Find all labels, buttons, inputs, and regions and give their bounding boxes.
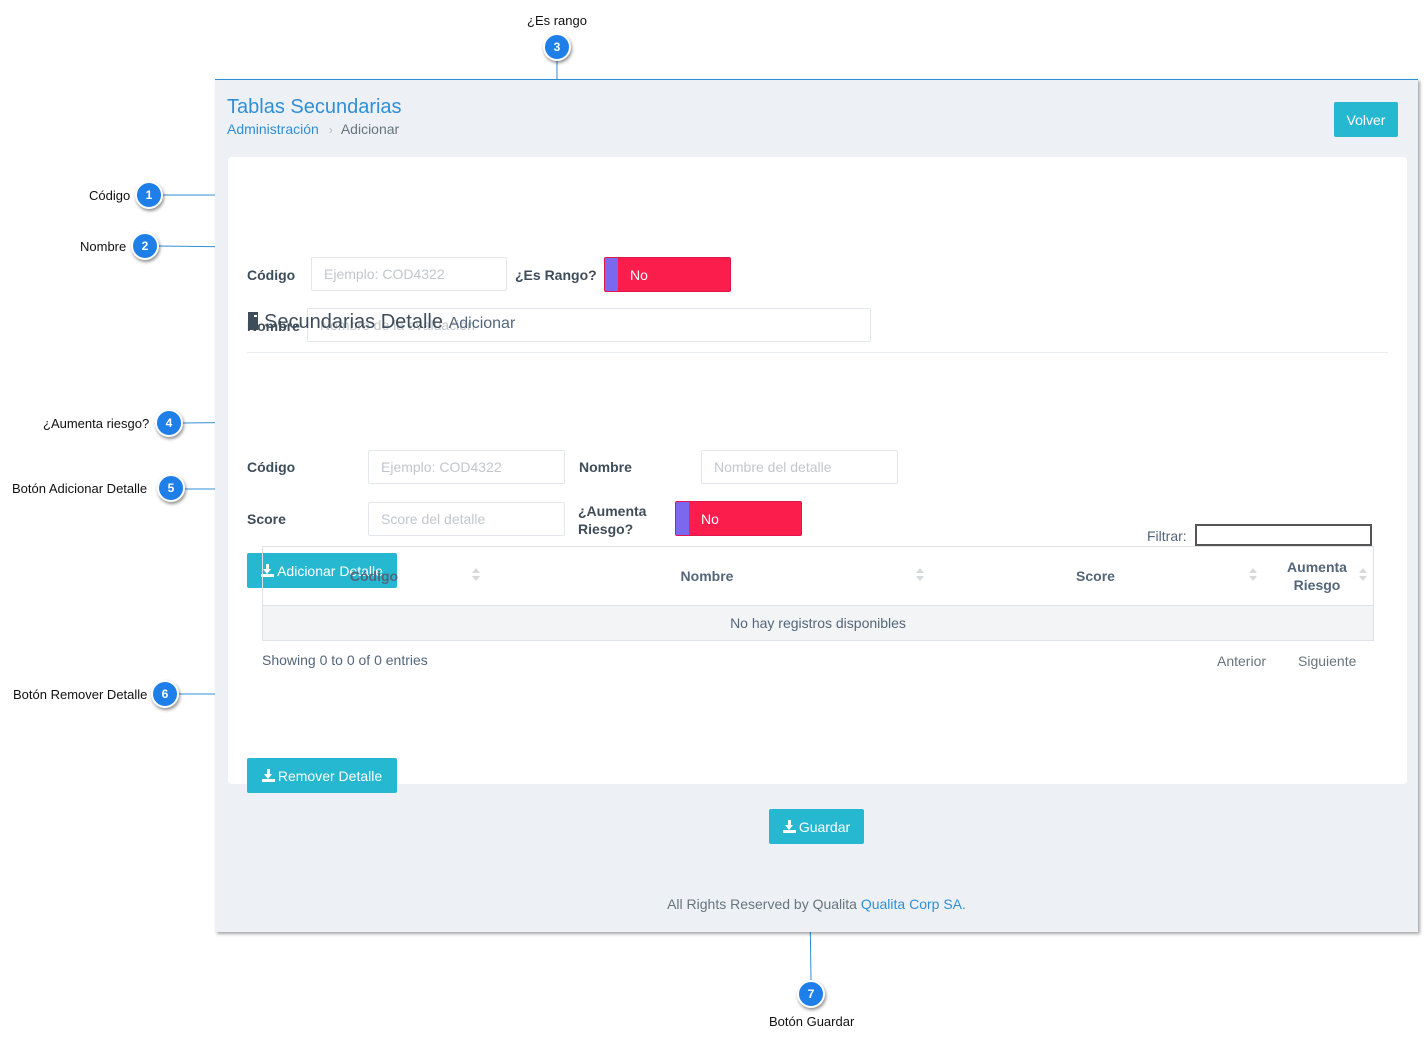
book-icon bbox=[248, 312, 258, 330]
save-button-label: Guardar bbox=[798, 818, 851, 835]
remove-detail-button[interactable]: Remover Detalle bbox=[247, 758, 397, 793]
aumenta-riesgo-label: ¿Aumenta Riesgo? bbox=[578, 502, 646, 538]
detail-nombre-label: Nombre bbox=[579, 459, 632, 475]
column-header-label: Aumenta Riesgo bbox=[1287, 559, 1347, 593]
detail-codigo-label: Código bbox=[247, 459, 296, 475]
toggle-knob bbox=[605, 258, 618, 291]
annotation-marker-4: 4 bbox=[155, 409, 183, 437]
footer: All Rights Reserved by Qualita Qualita C… bbox=[215, 896, 1418, 912]
filter-label: Filtrar: bbox=[1147, 528, 1187, 544]
annotation-marker-6: 6 bbox=[151, 680, 179, 708]
remove-detail-button-label: Remover Detalle bbox=[277, 767, 383, 784]
aumenta-riesgo-label-line2: Riesgo? bbox=[578, 521, 634, 537]
sort-icon bbox=[472, 568, 480, 582]
annotation-label-add-detail: Botón Adicionar Detalle bbox=[12, 481, 148, 496]
breadcrumb-current: Adicionar bbox=[340, 121, 400, 137]
table-header: Código Nombre Score Aumenta Riesgo bbox=[263, 547, 1373, 606]
app-window: Tablas Secundarias Administración › Adicio… bbox=[215, 79, 1418, 932]
sort-icon bbox=[1249, 568, 1257, 582]
form-card: Código ¿Es Rango? No Nombre Secundarias … bbox=[228, 157, 1407, 844]
annotation-label-nombre: Nombre bbox=[80, 239, 127, 254]
toggle-value: No bbox=[701, 511, 719, 527]
column-header-label: Nombre bbox=[680, 568, 734, 584]
column-header-nombre[interactable]: Nombre bbox=[485, 547, 929, 605]
download-icon bbox=[782, 820, 796, 833]
codigo-label: Código bbox=[247, 267, 296, 283]
breadcrumb: Administración › Adicionar bbox=[227, 121, 399, 137]
section-divider bbox=[247, 352, 1388, 353]
sort-icon bbox=[916, 568, 924, 582]
detail-nombre-input[interactable] bbox=[701, 450, 898, 484]
detail-score-input[interactable] bbox=[368, 502, 565, 536]
annotation-label-aumenta-riesgo: ¿Aumenta riesgo? bbox=[43, 416, 150, 431]
back-button[interactable]: Volver bbox=[1334, 102, 1398, 137]
table-info: Showing 0 to 0 of 0 entries bbox=[262, 652, 428, 668]
download-icon bbox=[261, 769, 275, 782]
pagination-previous[interactable]: Anterior bbox=[1217, 653, 1266, 669]
footer-link[interactable]: Qualita Corp SA. bbox=[861, 896, 966, 912]
detail-subtitle: Adicionar bbox=[448, 315, 516, 332]
pagination-next[interactable]: Siguiente bbox=[1298, 653, 1356, 669]
chevron-right-icon: › bbox=[328, 123, 333, 137]
column-header-aumenta-riesgo[interactable]: Aumenta Riesgo bbox=[1262, 547, 1372, 605]
detail-score-label: Score bbox=[247, 511, 286, 527]
annotation-label-codigo: Código bbox=[89, 188, 131, 203]
es-rango-label: ¿Es Rango? bbox=[515, 267, 597, 283]
footer-text: All Rights Reserved by Qualita bbox=[667, 896, 857, 912]
table-empty-row: No hay registros disponibles bbox=[263, 606, 1373, 640]
annotation-label-save: Botón Guardar bbox=[769, 1014, 855, 1029]
aumenta-riesgo-label-line1: ¿Aumenta bbox=[578, 503, 647, 519]
breadcrumb-link-administracion[interactable]: Administración bbox=[227, 121, 319, 137]
detail-title: Secundarias Detalle bbox=[264, 311, 443, 333]
annotation-label-es-rango: ¿Es rango bbox=[527, 13, 587, 28]
es-rango-toggle[interactable]: No bbox=[604, 257, 731, 292]
page-title: Tablas Secundarias bbox=[227, 96, 402, 118]
annotation-label-remove-detail: Botón Remover Detalle bbox=[13, 687, 148, 702]
detail-table: Código Nombre Score Aumenta Riesgo No ha… bbox=[262, 546, 1374, 641]
codigo-input[interactable] bbox=[311, 257, 507, 291]
column-header-label: Código bbox=[349, 568, 399, 584]
column-header-label: Score bbox=[1076, 568, 1115, 584]
annotation-marker-3: 3 bbox=[543, 33, 571, 61]
toggle-knob bbox=[676, 502, 689, 535]
annotation-marker-2: 2 bbox=[131, 232, 159, 260]
sort-icon bbox=[1359, 568, 1367, 582]
column-header-codigo[interactable]: Código bbox=[263, 547, 485, 605]
annotation-marker-7: 7 bbox=[797, 980, 825, 1008]
annotation-marker-5: 5 bbox=[157, 474, 185, 502]
detail-section-title: Secundarias Detalle Adicionar bbox=[248, 311, 515, 334]
aumenta-riesgo-toggle[interactable]: No bbox=[675, 501, 802, 536]
toggle-value: No bbox=[630, 267, 648, 283]
filter-input[interactable] bbox=[1195, 524, 1372, 546]
annotation-marker-1: 1 bbox=[135, 181, 163, 209]
detail-codigo-input[interactable] bbox=[368, 450, 565, 484]
column-header-score[interactable]: Score bbox=[929, 547, 1262, 605]
save-button[interactable]: Guardar bbox=[769, 809, 864, 844]
